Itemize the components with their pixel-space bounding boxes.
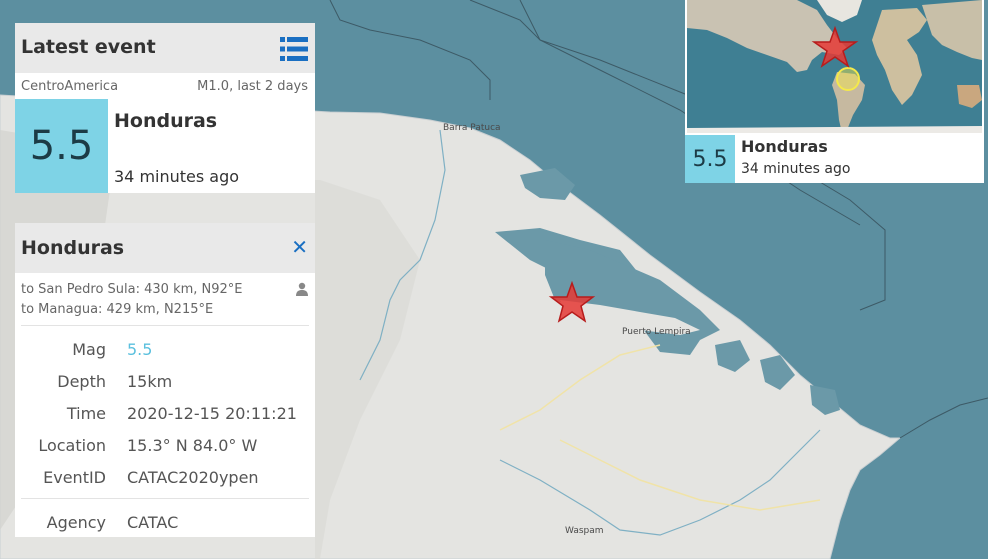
distance-line-1: to San Pedro Sula: 430 km, N92°E xyxy=(21,282,243,297)
eventid-value: CATAC2020ypen xyxy=(127,468,259,487)
event-detail-panel: Honduras ✕ to San Pedro Sula: 430 km, N9… xyxy=(15,223,315,537)
region-label: CentroAmerica xyxy=(21,79,119,94)
inset-magnitude-badge[interactable]: 5.5 xyxy=(685,135,735,183)
event-place[interactable]: Honduras xyxy=(114,110,217,132)
divider xyxy=(21,498,309,499)
latest-event-title: Latest event xyxy=(21,36,156,58)
eventid-label: EventID xyxy=(43,468,106,487)
event-detail-header: Honduras ✕ xyxy=(15,223,315,273)
close-icon[interactable]: ✕ xyxy=(291,237,308,257)
depth-value: 15km xyxy=(127,372,173,391)
mag-value: 5.5 xyxy=(127,340,153,359)
agency-label: Agency xyxy=(46,513,106,532)
inset-event-time-ago: 34 minutes ago xyxy=(741,161,851,177)
list-icon[interactable] xyxy=(280,36,308,62)
location-value: 15.3° N 84.0° W xyxy=(127,436,258,455)
filter-label: M1.0, last 2 days xyxy=(197,79,308,94)
world-overview-map[interactable] xyxy=(687,0,982,133)
inset-event-place[interactable]: Honduras xyxy=(741,137,828,156)
depth-label: Depth xyxy=(57,372,106,391)
mag-label: Mag xyxy=(72,340,106,359)
time-value: 2020-12-15 20:11:21 xyxy=(127,404,297,423)
time-label: Time xyxy=(66,404,106,423)
event-detail-title: Honduras xyxy=(21,237,125,259)
distance-line-2: to Managua: 429 km, N215°E xyxy=(21,302,214,317)
inset-card[interactable]: 5.5 Honduras 34 minutes ago xyxy=(685,0,984,183)
latest-event-header: Latest event xyxy=(15,23,315,73)
map-label-barra-patuca: Barra Patuca xyxy=(443,123,501,133)
person-icon[interactable] xyxy=(295,282,309,296)
latest-event-panel[interactable]: Latest event CentroAmerica M1.0, last 2 … xyxy=(15,23,315,193)
latest-event-subheader: CentroAmerica M1.0, last 2 days xyxy=(15,73,315,99)
location-label: Location xyxy=(38,436,106,455)
region-circle-marker xyxy=(836,67,860,91)
event-time-ago: 34 minutes ago xyxy=(114,167,240,186)
map-label-puerto-lempira: Puerto Lempira xyxy=(622,327,691,337)
distance-info: to San Pedro Sula: 430 km, N92°E to Mana… xyxy=(21,273,309,326)
agency-value: CATAC xyxy=(127,513,179,532)
magnitude-badge[interactable]: 5.5 xyxy=(15,99,108,193)
map-label-waspam: Waspam xyxy=(565,526,604,536)
